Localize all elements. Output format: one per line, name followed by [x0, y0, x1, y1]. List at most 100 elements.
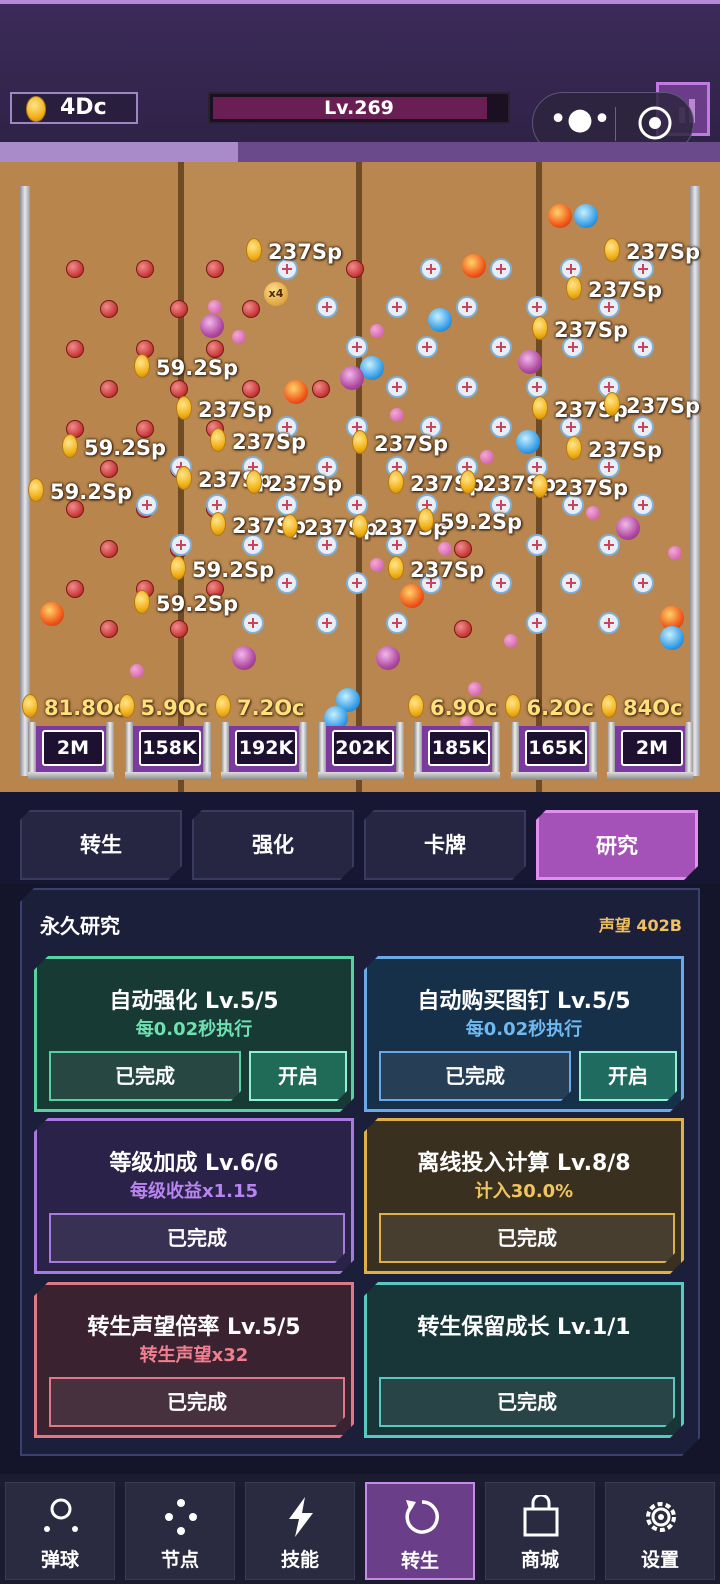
tab-research[interactable]: 研究	[536, 810, 698, 880]
pin-peg	[420, 258, 442, 280]
pinball-icon	[44, 1498, 78, 1532]
gain-popup: 237Sp	[352, 430, 448, 456]
research-card-title: 等级加成 Lv.6/6	[109, 1151, 279, 1176]
completed-button[interactable]: 已完成	[379, 1377, 675, 1427]
gain-amount: 237Sp	[268, 240, 342, 264]
nav-rebirth[interactable]: 转生	[365, 1482, 475, 1580]
more-options-icon[interactable]: •●•	[547, 105, 613, 141]
red-peg	[170, 620, 188, 638]
research-card-subtitle: 每0.02秒执行	[135, 1019, 253, 1040]
research-card-subtitle: 每0.02秒执行	[465, 1019, 583, 1040]
coin-icon	[22, 694, 38, 718]
pin-peg	[526, 296, 548, 318]
ball	[518, 350, 542, 374]
gain-amount: 59.2Sp	[84, 436, 166, 460]
nav-pinball[interactable]: 弹球	[5, 1482, 115, 1580]
ball	[548, 204, 572, 228]
coin-icon	[170, 556, 186, 580]
red-peg	[100, 620, 118, 638]
ball	[660, 626, 684, 650]
gear-icon	[646, 1502, 676, 1532]
pinball-board[interactable]: x4 237Sp 237Sp 237Sp 237Sp 59.2Sp 237Sp 237Sp 2…	[0, 162, 720, 792]
ball	[130, 664, 144, 678]
bucket-base	[607, 772, 693, 780]
bucket-value-text: 7.2Oc	[237, 696, 305, 720]
research-card-subtitle: 计入30.0%	[474, 1181, 574, 1202]
ball	[668, 546, 682, 560]
bucket-base	[124, 772, 211, 780]
gain-popup: 237Sp	[604, 238, 700, 264]
nav-settings[interactable]: 设置	[605, 1482, 715, 1580]
ball	[390, 408, 404, 422]
red-peg	[100, 460, 118, 478]
gain-amount: 237Sp	[410, 558, 484, 582]
gain-amount: 237Sp	[198, 398, 272, 422]
completed-button[interactable]: 已完成	[49, 1213, 345, 1263]
coin-icon	[246, 238, 262, 262]
ball	[340, 366, 364, 390]
ball	[376, 646, 400, 670]
coin-icon	[566, 436, 582, 460]
tab-rebirth[interactable]: 转生	[20, 810, 182, 880]
pin-peg	[386, 612, 408, 634]
ball	[370, 324, 384, 338]
bucket-value-text: 5.9Oc	[140, 696, 209, 720]
drop-progress-bar	[0, 142, 720, 162]
bucket-value: 84Oc	[601, 694, 683, 720]
gain-popup: 237Sp	[566, 276, 662, 302]
enable-toggle-button[interactable]: 开启	[249, 1051, 347, 1101]
nav-shop[interactable]: 商城	[485, 1482, 595, 1580]
pin-peg	[170, 534, 192, 556]
enable-toggle-button[interactable]: 开启	[579, 1051, 677, 1101]
research-card-subtitle: 转生声望x32	[139, 1345, 249, 1366]
research-card: 离线投入计算 Lv.8/8 计入30.0% 已完成	[364, 1118, 684, 1274]
nav-skills[interactable]: 技能	[245, 1482, 355, 1580]
bucket-value: 6.2Oc	[504, 694, 594, 720]
coin-icon	[28, 478, 44, 502]
ball	[232, 646, 256, 670]
pin-peg	[526, 376, 548, 398]
coin-icon	[532, 396, 548, 420]
tab-cards[interactable]: 卡牌	[364, 810, 526, 880]
gain-popup: 237Sp	[532, 316, 628, 342]
level-bar: Lv.269	[208, 92, 510, 124]
coin-icon	[601, 694, 617, 718]
completed-button[interactable]: 已完成	[379, 1213, 675, 1263]
gain-amount: 59.2Sp	[50, 480, 132, 504]
bucket: 202K	[317, 698, 404, 780]
research-card: 自动购买图钉 Lv.5/5 每0.02秒执行 已完成 开启	[364, 956, 684, 1112]
completed-button[interactable]: 已完成	[379, 1051, 571, 1101]
gain-amount: 59.2Sp	[156, 592, 238, 616]
bucket-value-text: 81.8Oc	[44, 696, 127, 720]
ball	[516, 430, 540, 454]
research-card-title: 转生保留成长 Lv.1/1	[417, 1315, 631, 1340]
gain-amount: 237Sp	[374, 432, 448, 456]
coin-icon	[352, 514, 368, 538]
red-peg	[312, 380, 330, 398]
pin-peg	[560, 572, 582, 594]
close-target-icon[interactable]	[637, 105, 673, 141]
gain-popup: 59.2Sp	[170, 556, 274, 582]
gain-popup: 59.2Sp	[134, 354, 238, 380]
research-card-title: 离线投入计算 Lv.8/8	[417, 1151, 631, 1176]
completed-button[interactable]: 已完成	[49, 1377, 345, 1427]
pin-peg	[526, 534, 548, 556]
gain-amount: 237Sp	[232, 430, 306, 454]
coin-icon	[408, 694, 424, 718]
ball	[616, 516, 640, 540]
pin-peg	[526, 612, 548, 634]
research-card-title: 自动强化 Lv.5/5	[109, 989, 279, 1014]
pin-peg	[598, 534, 620, 556]
research-card-title: 转生声望倍率 Lv.5/5	[87, 1315, 301, 1340]
pin-peg	[632, 572, 654, 594]
pin-peg	[490, 416, 512, 438]
tab-enhance[interactable]: 强化	[192, 810, 354, 880]
bucket-value: 7.2Oc	[215, 694, 305, 720]
bucket-value-text: 6.9Oc	[430, 696, 498, 720]
coin-icon	[210, 428, 226, 452]
nav-nodes[interactable]: 节点	[125, 1482, 235, 1580]
completed-button[interactable]: 已完成	[49, 1051, 241, 1101]
bucket-base	[28, 772, 114, 780]
ball	[504, 634, 518, 648]
nav-label: 商城	[520, 1549, 559, 1571]
